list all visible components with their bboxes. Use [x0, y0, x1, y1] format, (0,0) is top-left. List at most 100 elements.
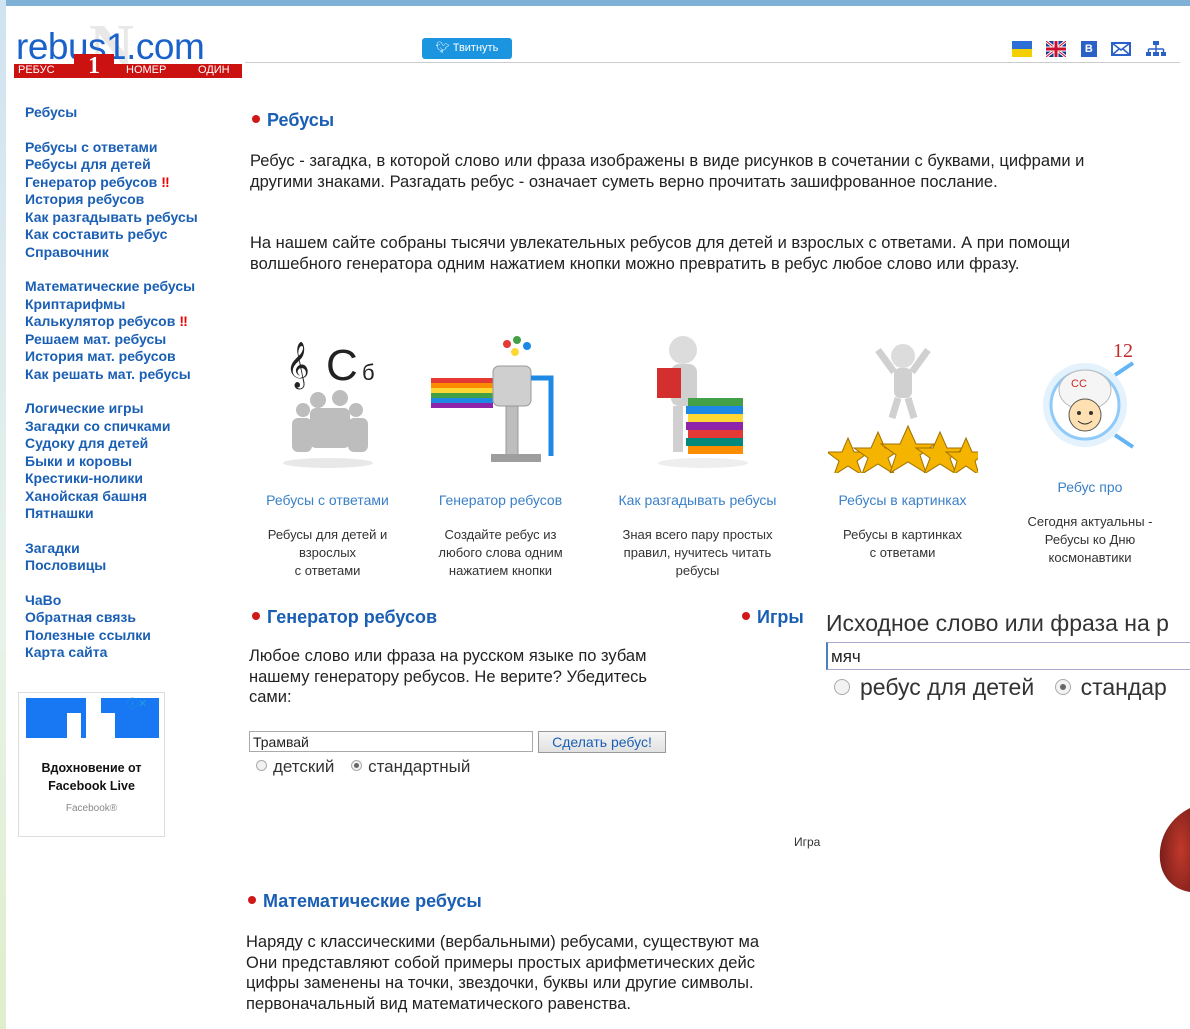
sidebar-item[interactable]: Судоку для детей: [25, 435, 230, 453]
bullet-icon: [248, 896, 256, 905]
generator-heading: Генератор ребусов: [252, 607, 437, 628]
card-title[interactable]: Ребус про: [1010, 479, 1170, 495]
sidebar-item[interactable]: Математические ребусы: [25, 278, 230, 296]
card-title[interactable]: Ребусы в картинках: [825, 492, 980, 508]
sidebar-item[interactable]: Быки и коровы: [25, 453, 230, 471]
sidebar-item-label: Генератор ребусов: [25, 173, 158, 190]
new-marker: ‼: [179, 313, 188, 329]
sidebar-item[interactable]: Как решать мат. ребусы: [25, 366, 230, 384]
radio-kid[interactable]: [256, 760, 267, 772]
svg-text:𝄞: 𝄞: [286, 342, 310, 390]
header-divider: [245, 62, 1180, 63]
radio-kids-rebus[interactable]: [834, 678, 850, 695]
site-logo[interactable]: N rebus1.com РЕБУС НОМЕР ОДИН 1: [14, 13, 244, 82]
games-caption[interactable]: Игра: [794, 835, 826, 849]
radio-kid-label: детский: [273, 757, 335, 776]
tweet-label: Твитнуть: [452, 42, 499, 54]
heading-text[interactable]: Генератор ребусов: [267, 607, 437, 627]
card-desc-line: Создайте ребус из: [444, 527, 557, 542]
card-title[interactable]: Генератор ребусов: [423, 492, 578, 508]
games-heading: Игры: [742, 607, 826, 628]
bullet-icon: [252, 612, 260, 621]
card-how-to-solve[interactable]: Как разгадывать ребусы Зная всего пару п…: [605, 328, 790, 580]
sidebar-item[interactable]: Ребусы: [25, 104, 230, 122]
sidebar-item[interactable]: Логические игры: [25, 400, 230, 418]
mail-icon[interactable]: [1111, 41, 1132, 57]
sidebar-item[interactable]: Ханойская башня: [25, 488, 230, 506]
sidebar-item[interactable]: Пятнашки: [25, 505, 230, 523]
sidebar-item[interactable]: Калькулятор ребусов ‼: [25, 313, 230, 331]
sidebar-item[interactable]: Пословицы: [25, 557, 230, 575]
radio-standard-label: стандартный: [368, 757, 471, 776]
card-rebuses-with-answers[interactable]: 𝄞 C б Ребусы с ответами Ребусы для детей…: [250, 328, 405, 580]
facebook-ad[interactable]: ⓘ✕ Вдохновение от Facebook Live Facebook…: [18, 692, 165, 837]
sidebar-item[interactable]: Загадки: [25, 540, 230, 558]
card-picture-rebuses[interactable]: Ребусы в картинках Ребусы в картинках с …: [825, 328, 987, 562]
sidebar-item[interactable]: Как составить ребус: [25, 226, 230, 244]
sidebar-nav: Ребусы Ребусы с ответами Ребусы для дете…: [25, 104, 230, 662]
rebus-word-input[interactable]: Трамвай: [249, 731, 533, 752]
card-title[interactable]: Ребусы с ответами: [250, 492, 405, 508]
sidebar-item[interactable]: Криптарифмы: [25, 296, 230, 314]
person-with-books-icon: [656, 336, 748, 468]
sidebar-item[interactable]: Генератор ребусов ‼: [25, 174, 230, 192]
card-title[interactable]: Как разгадывать ребусы: [605, 492, 790, 508]
sidebar-item[interactable]: Справочник: [25, 244, 230, 262]
sidebar-item[interactable]: Ребусы для детей: [25, 156, 230, 174]
embedded-generator-frame: Исходное слово или фраза на р мяч ребус …: [826, 600, 1190, 1029]
sidebar-item[interactable]: Решаем мат. ребусы: [25, 331, 230, 349]
ukraine-flag-icon[interactable]: [1012, 40, 1032, 57]
card-desc: Ребусы в картинках с ответами: [825, 526, 980, 562]
meat-image: [1159, 808, 1190, 892]
tweet-button[interactable]: 🐦︎ Твитнуть: [422, 38, 512, 59]
heading-text[interactable]: Игры: [757, 607, 804, 627]
radio-standard[interactable]: [351, 760, 363, 772]
sidebar-item[interactable]: Карта сайта: [25, 644, 230, 662]
meat-grinder-icon: [430, 336, 553, 462]
sitemap-icon[interactable]: [1145, 40, 1166, 57]
card-desc-line: космонавтики: [1048, 550, 1132, 565]
sidebar-item[interactable]: Обратная связь: [25, 609, 230, 627]
window-frame-top: [0, 0, 1190, 6]
sidebar-item[interactable]: Как разгадывать ребусы: [25, 209, 230, 227]
sidebar-item[interactable]: Полезные ссылки: [25, 627, 230, 645]
make-rebus-button[interactable]: Сделать ребус!: [538, 731, 666, 753]
vk-icon[interactable]: B: [1080, 40, 1097, 57]
ad-title: Вдохновение от Facebook Live: [41, 761, 142, 793]
frame-mode-radios: ребус для детей стандар: [834, 674, 1167, 701]
logo-one: 1: [74, 54, 114, 78]
window-frame-left: [0, 0, 6, 1029]
sidebar-item[interactable]: История мат. ребусов: [25, 348, 230, 366]
card-desc-line: с ответами: [869, 545, 936, 560]
people-music-icon: 𝄞 C б: [282, 341, 374, 468]
sidebar-item[interactable]: Ребусы с ответами: [25, 139, 230, 157]
svg-text:CC: CC: [1071, 378, 1087, 390]
card-desc: Создайте ребус из любого слова одним наж…: [423, 526, 578, 580]
card-desc-line: с ответами: [294, 563, 361, 578]
radio-standard-label: стандар: [1080, 674, 1167, 700]
source-word-label: Исходное слово или фраза на р: [826, 610, 1169, 636]
card-desc: Зная всего пару простых правил, нучитесь…: [605, 526, 790, 580]
top-icons: B: [1012, 39, 1176, 58]
source-word-input[interactable]: мяч: [826, 642, 1190, 670]
sidebar-item-label: Калькулятор ребусов: [25, 313, 176, 329]
sidebar-item[interactable]: Крестики-нолики: [25, 470, 230, 488]
card-desc: Ребусы для детей и взрослых с ответами: [250, 526, 405, 580]
uk-flag-icon[interactable]: [1045, 39, 1068, 58]
radio-standard-rebus[interactable]: [1054, 678, 1071, 695]
card-themed-rebus[interactable]: 12 CC Ребус про Сегодня актуальны - Ребу…: [1010, 335, 1170, 567]
heading-text[interactable]: Математические ребусы: [263, 891, 482, 911]
rebuses-heading: Ребусы: [252, 110, 334, 131]
card-desc-line: Ребусы ко Дню: [1044, 532, 1136, 547]
sidebar-item[interactable]: ЧаВо: [25, 592, 230, 610]
logo-bar: РЕБУС НОМЕР ОДИН: [14, 64, 242, 78]
card-desc-line: ребусы: [675, 563, 720, 578]
heading-text[interactable]: Ребусы: [267, 110, 334, 130]
math-rebuses-heading: Математические ребусы: [248, 891, 482, 912]
rebuses-paragraph-2: На нашем сайте собраны тысячи увлекатель…: [250, 234, 1071, 273]
sidebar-item[interactable]: Загадки со спичками: [25, 418, 230, 436]
ad-choices-icon[interactable]: ⓘ✕: [127, 695, 147, 711]
sidebar-item[interactable]: История ребусов: [25, 191, 230, 209]
card-rebus-generator[interactable]: Генератор ребусов Создайте ребус из любо…: [423, 328, 578, 580]
twitter-icon: 🐦︎: [435, 42, 450, 54]
